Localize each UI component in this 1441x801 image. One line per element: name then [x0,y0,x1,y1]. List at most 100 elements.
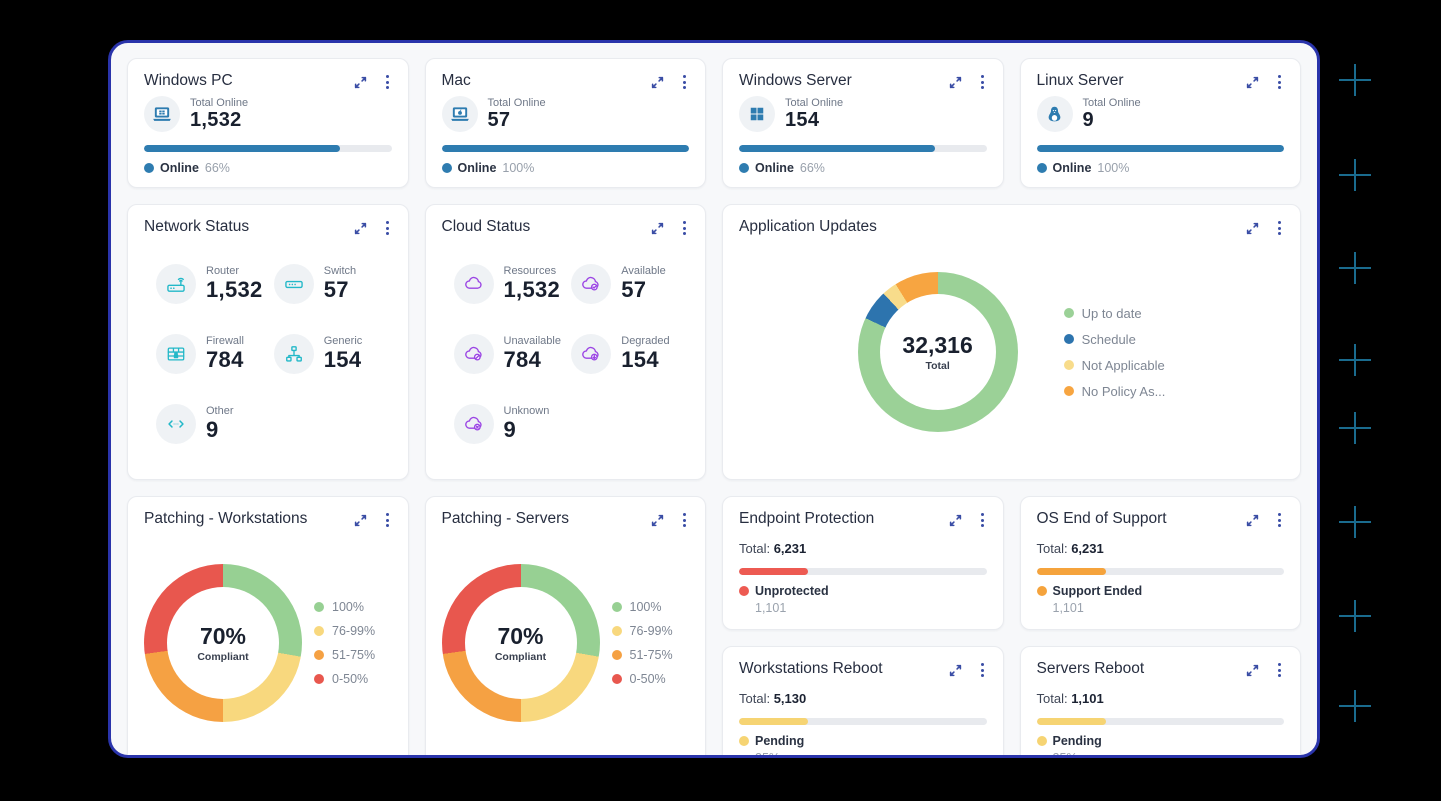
application-updates-donut-chart: 32,316 Total [858,272,1018,432]
patching-servers-donut-chart: 70% Compliant [442,564,600,722]
other-device-icon [156,404,196,444]
legend-label: 76-99% [332,624,375,638]
kebab-menu-icon[interactable] [1275,220,1284,236]
legend-item: 76-99% [612,624,673,638]
plus-decoration-icon [1339,252,1371,284]
plus-decoration-icon [1339,600,1371,632]
stat-label: Unavailable [504,335,561,347]
kebab-menu-icon[interactable] [680,220,689,236]
kebab-menu-icon[interactable] [383,74,392,90]
expand-icon[interactable] [353,513,368,528]
plus-decoration-icon [1339,412,1371,444]
windows-pc-laptop-icon [144,96,180,132]
status-dot [739,163,749,173]
chart-legend: 100% 76-99% 51-75% 0-50% [314,600,375,686]
dashboard-grid: Windows PC Total Online 1,532 Online 66%… [127,58,1301,758]
legend-label: 0-50% [630,672,666,686]
expand-icon[interactable] [1245,221,1260,236]
stat-value: 57 [324,277,356,303]
card-network-status: Network Status Router 1,532 [127,204,409,480]
cloud-unavailable-icon [454,334,494,374]
plus-decoration-icon [1339,344,1371,376]
kebab-menu-icon[interactable] [680,74,689,90]
expand-icon[interactable] [1245,663,1260,678]
stat-label: Unknown [504,405,550,417]
card-title: Patching - Servers [442,510,570,528]
legend-label: 51-75% [332,648,375,662]
stat-available: Available 57 [571,264,689,304]
metric-label: Total Online [1083,97,1141,109]
card-workstations-reboot: Workstations Reboot Total: 5,130 Pending… [722,646,1004,758]
kebab-menu-icon[interactable] [383,512,392,528]
legend-label: Up to date [1082,306,1142,321]
expand-icon[interactable] [650,513,665,528]
total-line: Total: 6,231 [739,541,987,556]
expand-icon[interactable] [1245,513,1260,528]
expand-icon[interactable] [353,75,368,90]
expand-icon[interactable] [1245,75,1260,90]
expand-icon[interactable] [353,221,368,236]
metric-value: 1,532 [190,109,248,132]
legend-item: Up to date [1064,306,1166,321]
plus-decoration-icon [1339,159,1371,191]
expand-icon[interactable] [948,75,963,90]
plus-decoration-icon [1339,690,1371,722]
expand-icon[interactable] [650,221,665,236]
stat-label: Degraded [621,335,669,347]
legend-item: 51-75% [612,648,673,662]
metric-value: 9 [1083,109,1141,132]
stat-value: 9 [504,417,550,443]
stat-unavailable: Unavailable 784 [454,334,572,374]
support-ended-progress-bar [1037,568,1285,575]
status-dot [739,586,749,596]
kebab-menu-icon[interactable] [978,512,987,528]
card-servers-reboot: Servers Reboot Total: 1,101 Pending 25% [1020,646,1302,758]
kebab-menu-icon[interactable] [978,74,987,90]
kebab-menu-icon[interactable] [1275,662,1284,678]
card-cloud-status: Cloud Status Resources 1,532 [425,204,707,480]
legend-label: Not Applicable [1082,358,1165,373]
card-os-end-of-support: OS End of Support Total: 6,231 Support E… [1020,496,1302,630]
card-title: Network Status [144,218,249,236]
card-title: Servers Reboot [1037,660,1145,678]
donut-center-label: Total [925,360,949,372]
stat-label: Firewall [206,335,244,347]
cloud-degraded-icon [571,334,611,374]
status-dot [144,163,154,173]
status-label: Support Ended [1053,584,1143,598]
stat-label: Generic [324,335,363,347]
metric-label: Total Online [488,97,546,109]
expand-icon[interactable] [650,75,665,90]
card-title: OS End of Support [1037,510,1167,528]
donut-center-value: 70% [200,623,246,650]
legend-item: No Policy As... [1064,384,1166,399]
cloud-icon [454,264,494,304]
status-label: Online [458,161,497,175]
generic-device-icon [274,334,314,374]
expand-icon[interactable] [948,513,963,528]
stat-unknown: Unknown 9 [454,404,572,444]
status-value: 1,101 [739,601,987,615]
stat-value: 154 [324,347,363,373]
pending-progress-bar [739,718,987,725]
kebab-menu-icon[interactable] [978,662,987,678]
card-title: Patching - Workstations [144,510,307,528]
donut-center-value: 70% [497,623,543,650]
card-title: Linux Server [1037,72,1124,90]
kebab-menu-icon[interactable] [1275,74,1284,90]
card-windows-server: Windows Server Total Online 154 Online 6… [722,58,1004,188]
status-label: Online [755,161,794,175]
stat-degraded: Degraded 154 [571,334,689,374]
kebab-menu-icon[interactable] [383,220,392,236]
card-patching-servers: Patching - Servers 70% Compliant 100% 76… [425,496,707,758]
stat-router: Router 1,532 [156,264,274,304]
kebab-menu-icon[interactable] [1275,512,1284,528]
card-title: Endpoint Protection [739,510,874,528]
stat-value: 57 [621,277,665,303]
total-value: 1,101 [1071,691,1104,706]
pending-progress-bar [1037,718,1285,725]
kebab-menu-icon[interactable] [680,512,689,528]
donut-center-value: 32,316 [902,332,972,359]
status-dot [442,163,452,173]
expand-icon[interactable] [948,663,963,678]
